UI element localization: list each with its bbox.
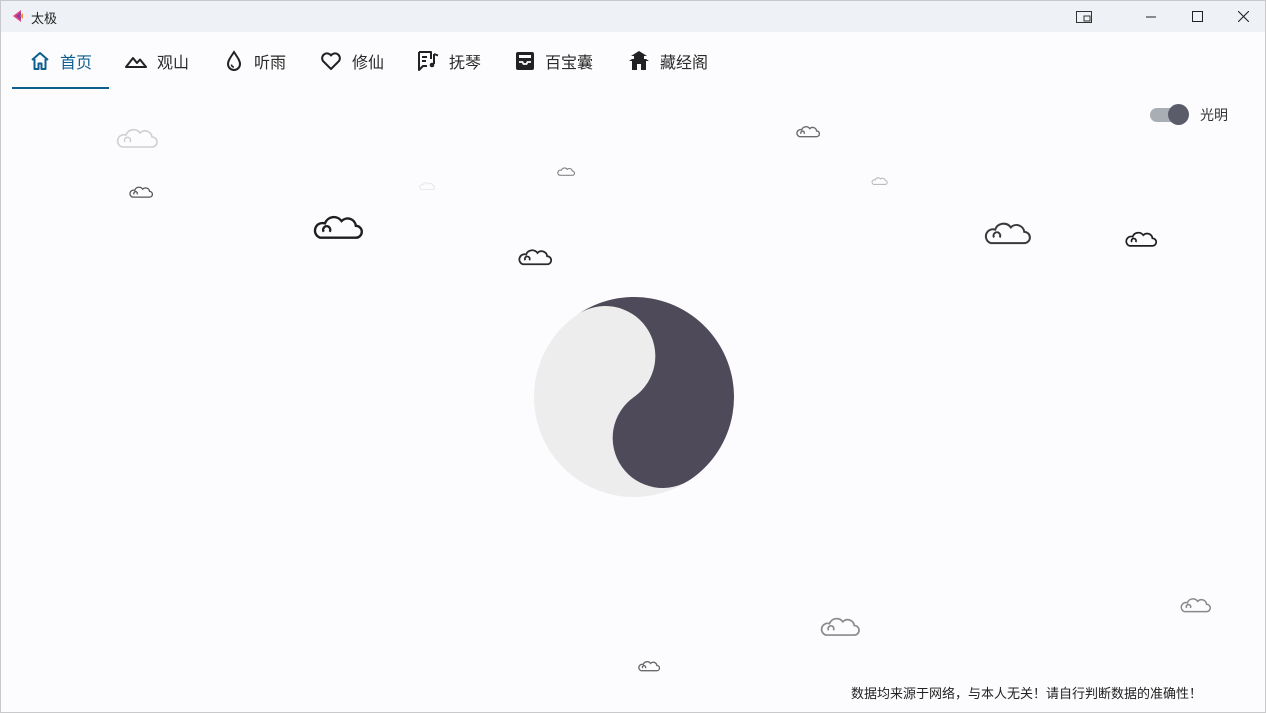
title-bar: 太极 xyxy=(1,1,1265,32)
nav-item-label: 听雨 xyxy=(254,53,287,72)
water-drop-icon xyxy=(226,50,242,71)
nav-item-mountain[interactable]: 观山 xyxy=(125,32,189,90)
minimize-button[interactable] xyxy=(1128,1,1174,32)
nav-item-label: 抚琴 xyxy=(449,53,482,72)
compact-overlay-button[interactable] xyxy=(1061,1,1107,32)
heart-icon xyxy=(321,52,341,70)
music-note-icon xyxy=(418,51,439,71)
cloud-icon xyxy=(871,177,888,185)
yin-dot xyxy=(646,418,682,454)
cloud-icon xyxy=(1125,231,1157,247)
toggle-switch[interactable] xyxy=(1150,104,1189,125)
active-tab-indicator xyxy=(12,87,109,89)
cloud-icon xyxy=(116,128,158,148)
yin-yang-symbol xyxy=(534,297,734,497)
nav-item-treasure[interactable]: 百宝囊 xyxy=(515,32,593,90)
window-title: 太极 xyxy=(31,12,58,27)
cloud-icon xyxy=(518,249,552,266)
nav-item-rain[interactable]: 听雨 xyxy=(224,32,286,90)
cloud-icon xyxy=(313,215,363,239)
inbox-icon xyxy=(516,52,534,70)
nav-item-label: 修仙 xyxy=(352,53,385,72)
nav-item-label: 观山 xyxy=(157,53,190,72)
cloud-icon xyxy=(820,617,860,636)
nav-item-home[interactable]: 首页 xyxy=(30,32,92,90)
pagoda-icon xyxy=(629,51,649,70)
nav-item-label: 百宝囊 xyxy=(545,53,594,72)
app-window: 太极 首页 观山 听雨 修仙 抚琴 百宝囊 藏经阁 光明 数据均来源于网络，与本… xyxy=(0,0,1266,713)
nav-item-label: 首页 xyxy=(60,53,93,72)
theme-toggle-label: 光明 xyxy=(1200,108,1228,124)
app-logo-icon xyxy=(13,10,23,22)
compact-overlay-icon xyxy=(1076,10,1092,23)
main-navigation: 首页 观山 听雨 修仙 抚琴 百宝囊 藏经阁 xyxy=(1,32,1265,90)
close-icon xyxy=(1237,11,1249,22)
cloud-icon xyxy=(129,186,153,198)
cloud-icon xyxy=(638,661,660,672)
cloud-icon xyxy=(796,126,820,138)
theme-toggle[interactable]: 光明 xyxy=(1150,104,1228,125)
yang-dot xyxy=(585,339,621,375)
nav-item-label: 藏经阁 xyxy=(660,53,709,72)
minimize-icon xyxy=(1146,16,1156,17)
cloud-icon xyxy=(1180,598,1211,613)
cloud-icon xyxy=(557,167,575,176)
nav-item-cultivate[interactable]: 修仙 xyxy=(320,32,384,90)
disclaimer-text: 数据均来源于网络，与本人无关！请自行判断数据的准确性！ xyxy=(851,687,1203,702)
nav-item-music[interactable]: 抚琴 xyxy=(417,32,481,90)
cloud-icon xyxy=(984,222,1031,245)
cloud-icon xyxy=(419,182,435,190)
toggle-knob xyxy=(1168,104,1189,125)
mountain-icon xyxy=(125,57,147,68)
maximize-icon xyxy=(1191,11,1203,22)
close-button[interactable] xyxy=(1220,1,1265,32)
nav-item-library[interactable]: 藏经阁 xyxy=(628,32,708,90)
maximize-button[interactable] xyxy=(1174,1,1220,32)
home-icon xyxy=(31,52,49,70)
